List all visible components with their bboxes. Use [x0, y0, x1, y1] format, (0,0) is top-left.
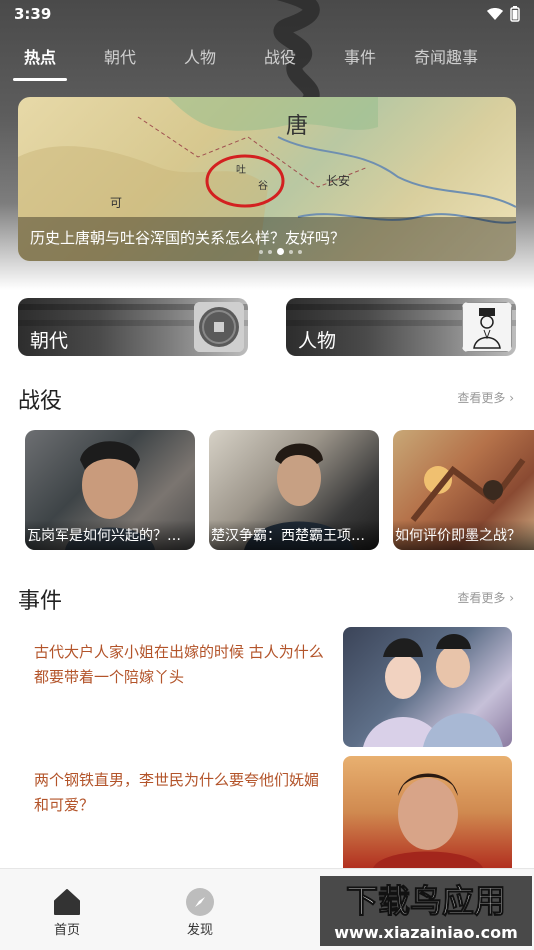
events-section-title: 事件 — [18, 589, 63, 614]
banner-dot — [298, 249, 302, 254]
event-image — [373, 773, 483, 868]
tab-anecdotes[interactable]: 奇闻趣事 — [414, 44, 478, 68]
tab-events[interactable]: 事件 — [344, 44, 376, 68]
battle-card[interactable]: 楚汉争霸：西楚霸王项羽... — [209, 430, 379, 550]
category-label: 朝代 — [30, 330, 69, 352]
tab-hot[interactable]: 热点 — [24, 44, 56, 68]
category-tabs: 热点 朝代 人物 战役 事件 奇闻趣事 — [0, 40, 534, 80]
coin-icon — [194, 302, 244, 352]
battery-icon — [510, 6, 520, 22]
banner-dot — [259, 249, 263, 254]
chevron-right-icon: › — [509, 591, 514, 605]
tab-people[interactable]: 人物 — [184, 44, 216, 68]
banner-dot — [268, 249, 272, 254]
svg-text:下载鸟应用: 下载鸟应用 — [346, 882, 506, 920]
events-more-link[interactable]: 查看更多 › — [457, 589, 514, 606]
nav-discover[interactable]: 发现 — [170, 887, 230, 938]
category-card-people[interactable]: 人物 — [286, 298, 516, 356]
more-label: 查看更多 — [457, 391, 506, 405]
map-label-gu: 谷 — [258, 180, 268, 192]
tab-active-indicator — [13, 78, 67, 81]
battles-more-link[interactable]: 查看更多 › — [457, 389, 514, 406]
status-bar: 3:39 — [0, 0, 534, 28]
map-label-tu: 吐 — [236, 164, 246, 176]
category-card-dynasty[interactable]: 朝代 — [18, 298, 248, 356]
watermark-logo: 下载鸟应用 www.xiazainiao.com — [320, 876, 532, 946]
map-label-ke: 可 — [110, 196, 122, 210]
banner-dot-active — [277, 248, 284, 255]
banner-caption: 历史上唐朝与吐谷浑国的关系怎么样？友好吗？ — [30, 229, 346, 247]
svg-text:www.xiazainiao.com: www.xiazainiao.com — [334, 923, 517, 942]
battle-caption: 瓦岗军是如何兴起的？史上... — [27, 528, 193, 544]
portrait-icon — [462, 302, 512, 352]
event-title[interactable]: 两个钢铁直男，李世民为什么要夸他们妩媚和可爱？ — [34, 768, 324, 818]
tab-dynasty[interactable]: 朝代 — [104, 44, 136, 68]
map-label-changan: 长安 — [326, 173, 350, 188]
nav-label: 首页 — [53, 923, 80, 938]
tab-battles[interactable]: 战役 — [264, 44, 296, 68]
nav-home[interactable]: 首页 — [37, 887, 97, 938]
banner-dot — [289, 249, 293, 254]
status-time: 3:39 — [14, 5, 52, 23]
banner-page-indicator — [259, 248, 302, 255]
battle-card[interactable]: 瓦岗军是如何兴起的？史上... — [25, 430, 195, 550]
wifi-icon — [487, 8, 503, 20]
home-icon — [54, 889, 80, 915]
map-label-tang: 唐 — [286, 114, 308, 139]
chevron-right-icon: › — [509, 391, 514, 405]
banner-carousel[interactable]: 唐 长安 可 吐 谷 历史上唐朝与吐谷浑国的关系怎么样？友好吗？ — [18, 97, 516, 261]
event-title[interactable]: 古代大户人家小姐在出嫁的时候 古人为什么都要带着一个陪嫁丫头 — [34, 640, 324, 690]
event-thumbnail[interactable] — [343, 627, 512, 747]
more-label: 查看更多 — [457, 591, 506, 605]
battle-caption: 如何评价即墨之战？ — [395, 528, 521, 544]
battle-card[interactable]: 如何评价即墨之战？ — [393, 430, 534, 550]
event-image — [363, 634, 503, 747]
compass-icon — [186, 888, 214, 916]
battles-section-title: 战役 — [18, 389, 63, 414]
event-thumbnail[interactable] — [343, 756, 512, 868]
nav-label: 发现 — [186, 923, 213, 938]
battle-caption: 楚汉争霸：西楚霸王项羽... — [211, 528, 377, 544]
category-label: 人物 — [298, 330, 337, 352]
status-icons — [486, 6, 520, 22]
